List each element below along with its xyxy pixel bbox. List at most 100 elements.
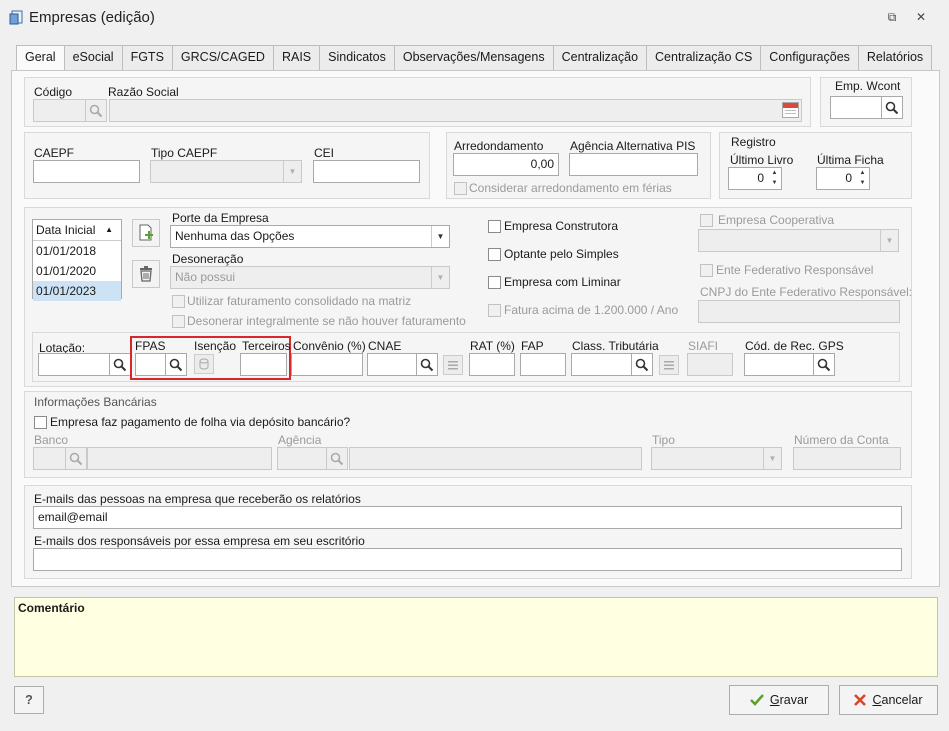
data-inicial-header[interactable]: Data Inicial ▲: [33, 220, 121, 241]
siafi-label: SIAFI: [688, 339, 719, 353]
fpas-search-icon[interactable]: [165, 353, 187, 376]
arredondamento-field[interactable]: 0,00: [453, 153, 559, 176]
tab-fgts[interactable]: FGTS: [121, 45, 173, 70]
tab-relatorios[interactable]: Relatórios: [857, 45, 933, 70]
tab-bar: Geral eSocial FGTS GRCS/CAGED RAIS Sindi…: [16, 45, 933, 71]
help-icon: ?: [25, 693, 33, 707]
cooperativa-select[interactable]: ▼: [698, 229, 899, 252]
class-trib-list-button[interactable]: [659, 355, 679, 375]
convenio-field[interactable]: [291, 353, 363, 376]
emp-wcont-search-icon[interactable]: [881, 96, 903, 119]
chevron-down-icon: ▼: [283, 161, 301, 182]
livro-spinner-icon[interactable]: ▲ ▼: [768, 167, 782, 190]
bank-info-title: Informações Bancárias: [34, 395, 157, 409]
lotacao-field[interactable]: [38, 353, 110, 376]
desoneracao-select[interactable]: Não possui ▼: [170, 266, 450, 289]
ultimo-livro-field[interactable]: 0: [728, 167, 769, 190]
cooperativa-checkbox[interactable]: [700, 214, 713, 227]
cancelar-button[interactable]: Cancelar: [839, 685, 938, 715]
convenio-label: Convênio (%): [293, 339, 366, 353]
tab-rais[interactable]: RAIS: [272, 45, 321, 70]
emails-escritorio-field[interactable]: [33, 548, 902, 571]
codigo-label: Código: [34, 85, 73, 99]
close-icon[interactable]: ✕: [914, 10, 928, 24]
cei-field[interactable]: [313, 160, 420, 183]
comment-area[interactable]: Comentário: [14, 597, 938, 677]
data-inicial-header-label: Data Inicial: [36, 223, 96, 237]
list-item[interactable]: 01/01/2020: [33, 261, 121, 281]
agencia-field[interactable]: [277, 447, 327, 470]
class-trib-search-icon[interactable]: [631, 353, 653, 376]
ente-checkbox[interactable]: [700, 264, 713, 277]
tab-sindicatos[interactable]: Sindicatos: [319, 45, 395, 70]
porte-value: Nenhuma das Opções: [175, 229, 295, 243]
cnpj-ente-field[interactable]: [698, 300, 900, 323]
ultima-ficha-field[interactable]: 0: [816, 167, 857, 190]
tab-centralizacao[interactable]: Centralização: [552, 45, 648, 70]
help-button[interactable]: ?: [14, 686, 44, 714]
agencia-name-field[interactable]: [349, 447, 642, 470]
list-item[interactable]: 01/01/2018: [33, 241, 121, 261]
tipo-select[interactable]: ▼: [651, 447, 782, 470]
deposito-checkbox[interactable]: [34, 416, 47, 429]
emp-wcont-field[interactable]: [830, 96, 882, 119]
tab-grcs-caged[interactable]: GRCS/CAGED: [171, 45, 274, 70]
ficha-spinner-icon[interactable]: ▲ ▼: [856, 167, 870, 190]
agencia-label: Agência: [278, 433, 322, 447]
add-date-button[interactable]: [132, 219, 160, 247]
liminar-checkbox[interactable]: [488, 276, 501, 289]
cnae-field[interactable]: [367, 353, 417, 376]
list-item-selected[interactable]: 01/01/2023: [33, 281, 121, 301]
fatura-checkbox[interactable]: [488, 304, 501, 317]
list-icon: [448, 361, 458, 370]
tab-geral[interactable]: Geral: [16, 45, 65, 71]
banco-field[interactable]: [33, 447, 66, 470]
class-trib-label: Class. Tributária: [572, 339, 659, 353]
banco-name-field[interactable]: [87, 447, 272, 470]
cod-gps-search-icon[interactable]: [813, 353, 835, 376]
desoneracao-label: Desoneração: [172, 252, 244, 266]
tab-esocial[interactable]: eSocial: [63, 45, 123, 70]
fap-field[interactable]: [520, 353, 566, 376]
simples-checkbox[interactable]: [488, 248, 501, 261]
porte-label: Porte da Empresa: [172, 211, 269, 225]
codigo-search-icon[interactable]: [85, 99, 107, 122]
tab-configuracoes[interactable]: Configurações: [760, 45, 859, 70]
lotacao-search-icon[interactable]: [109, 353, 131, 376]
fpas-field[interactable]: [135, 353, 166, 376]
tab-observacoes[interactable]: Observações/Mensagens: [393, 45, 554, 70]
emails-empresa-field[interactable]: email@email: [33, 506, 902, 529]
emails-escritorio-label: E-mails dos responsáveis por essa empres…: [34, 534, 365, 548]
tipo-caepf-label: Tipo CAEPF: [151, 146, 218, 160]
faturamento-checkbox[interactable]: [172, 295, 185, 308]
tab-centralizacao-cs[interactable]: Centralização CS: [646, 45, 762, 70]
desonerar-checkbox[interactable]: [172, 315, 185, 328]
class-trib-field[interactable]: [571, 353, 632, 376]
emp-wcont-label: Emp. Wcont: [835, 79, 901, 93]
isencao-button[interactable]: [194, 354, 214, 374]
tipo-caepf-select[interactable]: ▼: [150, 160, 302, 183]
caepf-field[interactable]: [33, 160, 140, 183]
codigo-field[interactable]: [33, 99, 86, 122]
restore-icon[interactable]: ⧉: [885, 10, 899, 24]
calendar-icon[interactable]: [782, 102, 799, 118]
banco-search-icon[interactable]: [65, 447, 87, 470]
siafi-field[interactable]: [687, 353, 733, 376]
conta-field[interactable]: [793, 447, 901, 470]
porte-select[interactable]: Nenhuma das Opções ▼: [170, 225, 450, 248]
deposito-label: Empresa faz pagamento de folha via depós…: [50, 415, 351, 429]
app-icon: [9, 10, 23, 25]
gravar-button[interactable]: Gravar: [729, 685, 829, 715]
terceiros-field[interactable]: [240, 353, 287, 376]
rat-field[interactable]: [469, 353, 515, 376]
cod-gps-field[interactable]: [744, 353, 814, 376]
agencia-pis-field[interactable]: [569, 153, 698, 176]
cnae-list-button[interactable]: [443, 355, 463, 375]
construtora-checkbox[interactable]: [488, 220, 501, 233]
razao-social-field[interactable]: [109, 99, 802, 122]
delete-date-button[interactable]: [132, 260, 160, 288]
ferias-checkbox[interactable]: [454, 182, 467, 195]
comment-label: Comentário: [18, 601, 85, 615]
agencia-search-icon[interactable]: [326, 447, 348, 470]
cnae-search-icon[interactable]: [416, 353, 438, 376]
